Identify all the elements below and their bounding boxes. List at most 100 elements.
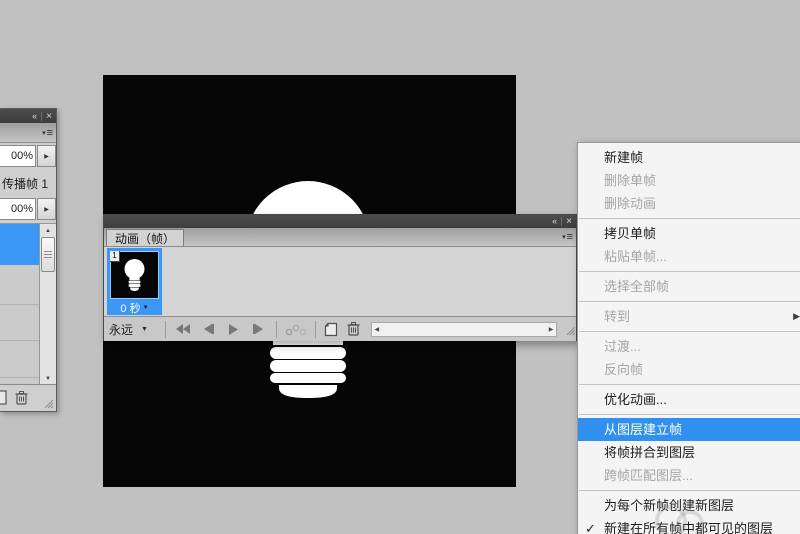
frame-number-badge: 1	[110, 251, 120, 262]
menu-item[interactable]: 新建帧	[578, 146, 800, 169]
loop-dropdown-icon: ▼	[141, 326, 148, 333]
delete-frame-trash-button[interactable]	[346, 321, 361, 337]
scroll-right-icon[interactable]: ▶	[549, 326, 554, 333]
frame-delay-selector[interactable]: 0 秒 ▼	[107, 300, 162, 315]
layer-row[interactable]	[0, 265, 39, 305]
new-layer-icon[interactable]	[0, 390, 7, 405]
first-frame-button[interactable]	[170, 320, 195, 338]
frames-strip: 1 0 秒 ▼	[104, 247, 576, 316]
tween-icon	[285, 323, 307, 336]
trash-icon	[346, 321, 361, 337]
scroll-left-icon[interactable]: ◀	[375, 326, 380, 333]
frame-delay-value: 0 秒	[120, 300, 140, 316]
menu-item: 过渡...	[578, 335, 800, 358]
menu-item: 转到 ▶	[578, 305, 800, 328]
menu-item[interactable]: 拷贝单帧	[578, 222, 800, 245]
selected-layer-row[interactable]	[0, 224, 39, 265]
menu-item-label: 拷贝单帧	[604, 226, 656, 241]
collapse-panel-icon[interactable]: «	[28, 112, 41, 121]
menu-item-label: 跨帧匹配图层...	[604, 468, 693, 483]
menu-item: 反向帧	[578, 358, 800, 381]
animation-panel-titlebar[interactable]: « ×	[104, 215, 576, 228]
toolbar-divider	[165, 321, 166, 338]
next-frame-icon	[253, 324, 265, 334]
left-panel-footer	[0, 384, 56, 411]
menu-item[interactable]: 将帧拼合到图层	[578, 441, 800, 464]
menu-separator	[579, 331, 800, 332]
opacity-field[interactable]: 00%	[0, 145, 36, 167]
delete-layer-trash-icon[interactable]	[14, 390, 29, 406]
frame-1-selected[interactable]: 1 0 秒 ▼	[107, 248, 162, 315]
menu-separator	[579, 490, 800, 491]
photoshop-workspace: « × ▾ ≡ 00% ▶ 传播帧 1 00% ▶ ▲ ▼	[0, 0, 800, 534]
toolbar-divider	[315, 321, 316, 338]
first-frame-icon	[175, 324, 191, 334]
previous-frame-button[interactable]	[196, 320, 221, 338]
panel-resize-grip[interactable]	[41, 396, 54, 409]
menu-item-label: 删除动画	[604, 196, 656, 211]
tab-animation-frames[interactable]: 动画（帧）	[106, 229, 184, 246]
loop-count-value: 永远	[109, 321, 133, 338]
scrollbar-thumb[interactable]	[41, 237, 55, 272]
animation-panel-toolbar: 永远 ▼	[104, 316, 576, 341]
menu-item-label: 过渡...	[604, 339, 641, 354]
fill-dropdown-button[interactable]: ▶	[37, 198, 56, 220]
fill-field[interactable]: 00%	[0, 198, 36, 220]
menu-item-label: 将帧拼合到图层	[604, 445, 695, 460]
menu-item[interactable]: 优化动画...	[578, 388, 800, 411]
menu-separator	[579, 414, 800, 415]
collapse-panel-icon[interactable]: «	[548, 217, 561, 226]
close-panel-icon[interactable]: ×	[42, 112, 56, 121]
layers-list: ▲ ▼	[0, 223, 56, 385]
new-frame-icon	[324, 322, 338, 337]
left-panel-tabbar: ▾ ≡	[0, 123, 56, 143]
menu-item-label: 删除单帧	[604, 173, 656, 188]
opacity-dropdown-button[interactable]: ▶	[37, 145, 56, 167]
menu-item: 选择全部帧	[578, 275, 800, 298]
menu-item: 删除单帧	[578, 169, 800, 192]
delay-dropdown-icon: ▼	[143, 305, 149, 311]
vertical-scrollbar[interactable]: ▲ ▼	[39, 224, 56, 385]
layer-row[interactable]	[0, 341, 39, 378]
menu-item: 删除动画	[578, 192, 800, 215]
animation-frames-panel: « × 动画（帧） ▾ ≡ 1	[103, 214, 577, 341]
checkmark-icon: ✓	[585, 517, 601, 534]
layer-row[interactable]	[0, 305, 39, 341]
panel-menu-icon[interactable]: ▾ ≡	[562, 231, 572, 243]
menu-separator	[579, 271, 800, 272]
menu-item: 粘贴单帧...	[578, 245, 800, 268]
animation-panel-tabbar: 动画（帧） ▾ ≡	[104, 228, 576, 247]
new-frame-button[interactable]	[324, 322, 338, 337]
left-side-panel: « × ▾ ≡ 00% ▶ 传播帧 1 00% ▶ ▲ ▼	[0, 108, 57, 412]
menu-item-label: 转到	[604, 309, 630, 324]
next-frame-button[interactable]	[246, 320, 271, 338]
panel-menu-lines: ≡	[47, 127, 52, 139]
menu-separator	[579, 384, 800, 385]
panel-menu-icon[interactable]: ▾ ≡	[42, 127, 52, 139]
scroll-up-button[interactable]: ▲	[40, 224, 56, 237]
frames-context-menu: 新建帧删除单帧删除动画拷贝单帧粘贴单帧... 选择全部帧转到 ▶ 过渡... 反向帧优化…	[577, 142, 800, 534]
menu-item-label: 反向帧	[604, 362, 643, 377]
play-button[interactable]	[221, 320, 246, 338]
horizontal-scrollbar[interactable]: ◀ ▶	[371, 322, 558, 337]
menu-item-label: 从图层建立帧	[604, 422, 682, 437]
submenu-arrow-icon: ▶	[793, 305, 800, 328]
tween-frames-button[interactable]	[285, 323, 307, 336]
menu-item-label: 粘贴单帧...	[604, 249, 667, 264]
menu-item[interactable]: 从图层建立帧	[578, 418, 800, 441]
left-panel-titlebar: « ×	[0, 109, 56, 123]
watermark	[676, 510, 704, 534]
menu-item-label: 选择全部帧	[604, 279, 669, 294]
menu-item-label: 新建帧	[604, 150, 643, 165]
play-icon	[228, 324, 239, 335]
loop-count-selector[interactable]: 永远 ▼	[109, 321, 161, 338]
menu-item-label: 优化动画...	[604, 392, 667, 407]
panel-resize-grip[interactable]	[563, 323, 576, 336]
propagate-frame-label: 传播帧 1	[2, 175, 48, 192]
panel-menu-triangle: ▾	[562, 233, 566, 241]
menu-separator	[579, 301, 800, 302]
previous-frame-icon	[202, 324, 214, 334]
close-panel-icon[interactable]: ×	[562, 217, 576, 226]
toolbar-divider	[276, 321, 277, 338]
menu-item: 跨帧匹配图层...	[578, 464, 800, 487]
